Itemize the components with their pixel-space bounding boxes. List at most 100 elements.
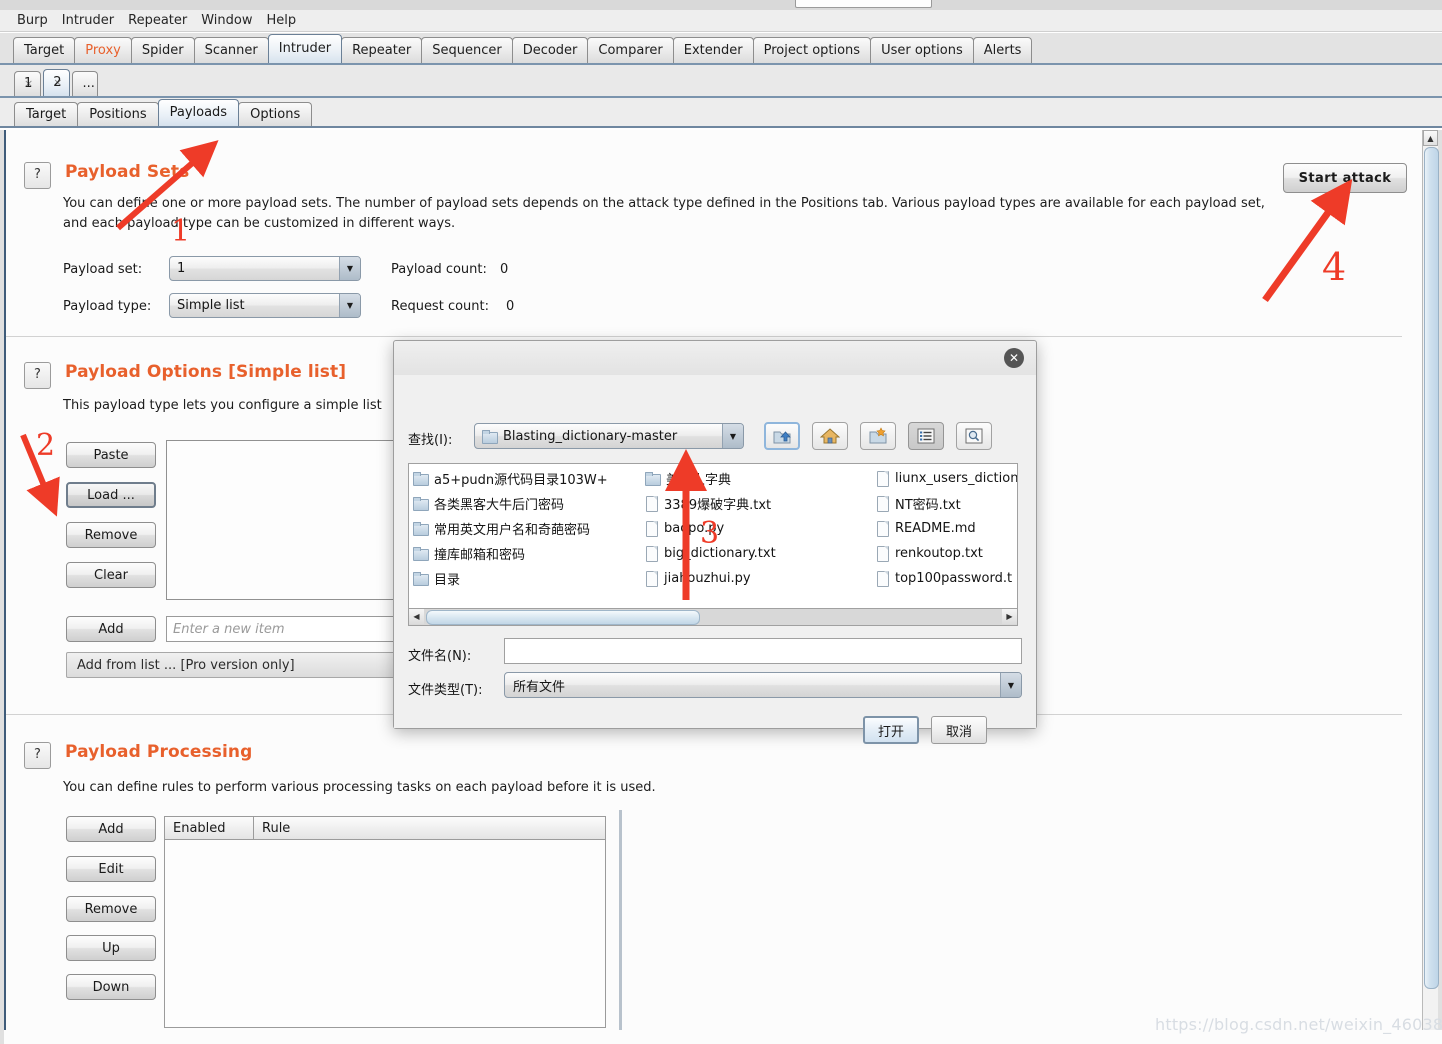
list-item[interactable]: liunx_users_diction	[876, 466, 1018, 491]
list-item[interactable]: 美国人字典	[645, 466, 872, 491]
processing-remove-button[interactable]: Remove	[66, 896, 156, 922]
list-item[interactable]: 常用英文用户名和奇葩密码	[413, 516, 641, 541]
list-item[interactable]: 各类黑客大牛后门密码	[413, 491, 641, 516]
home-icon[interactable]	[812, 422, 848, 450]
menu-item-intruder[interactable]: Intruder	[55, 11, 121, 31]
subtab-target[interactable]: Target	[14, 102, 79, 126]
payload-processing-title: Payload Processing	[65, 742, 253, 762]
payload-processing-help-button[interactable]: ?	[24, 742, 51, 769]
list-item[interactable]: baopo.py	[645, 516, 872, 541]
processing-table-body[interactable]	[164, 840, 606, 1028]
tab-project-options[interactable]: Project options	[752, 37, 872, 63]
tab-sequencer[interactable]: Sequencer	[421, 37, 513, 63]
scrollbar-thumb[interactable]	[1424, 147, 1439, 989]
file-list-horizontal-scrollbar[interactable]: ◀ ▶	[408, 609, 1018, 626]
details-view-icon[interactable]	[956, 422, 992, 450]
chevron-down-icon: ▼	[722, 424, 743, 448]
tab-target[interactable]: Target	[13, 37, 76, 63]
payload-type-dropdown[interactable]: Simple list ▼	[169, 293, 361, 318]
scroll-up-icon[interactable]: ▲	[1423, 130, 1438, 146]
processing-down-button[interactable]: Down	[66, 974, 156, 1000]
list-item[interactable]: 目录	[413, 566, 641, 591]
list-item[interactable]: renkoutop.txt	[876, 541, 1017, 566]
file-name: big_dictionary.txt	[664, 546, 776, 561]
content-vertical-scrollbar[interactable]: ▲	[1422, 130, 1442, 1030]
cancel-button[interactable]: 取消	[931, 716, 987, 744]
new-folder-icon[interactable]	[860, 422, 896, 450]
list-item[interactable]: a5+pudn源代码目录103W+	[413, 466, 641, 491]
open-button[interactable]: 打开	[863, 716, 919, 744]
load-button[interactable]: Load ...	[66, 482, 156, 508]
file-name: 3389爆破字典.txt	[664, 498, 772, 513]
payload-set-dropdown[interactable]: 1 ▼	[169, 256, 361, 281]
list-item[interactable]: jiahouzhui.py	[645, 566, 872, 591]
up-folder-icon[interactable]	[764, 422, 800, 450]
file-type-value: 所有文件	[513, 679, 566, 695]
paste-button[interactable]: Paste	[66, 442, 156, 468]
list-item[interactable]: top100password.t	[876, 566, 1017, 591]
payload-type-label: Payload type:	[63, 299, 152, 314]
close-icon[interactable]: ✕	[1004, 348, 1024, 368]
column-header-rule[interactable]: Rule	[253, 817, 605, 839]
payload-set-value: 1	[177, 261, 186, 276]
add-payload-button[interactable]: Add	[66, 616, 156, 642]
tab-intruder[interactable]: Intruder	[267, 34, 343, 63]
dialog-titlebar[interactable]: ✕	[394, 341, 1036, 376]
clear-button[interactable]: Clear	[66, 562, 156, 588]
payload-options-help-button[interactable]: ?	[24, 362, 51, 389]
menu-item-window[interactable]: Window	[194, 11, 259, 31]
file-name: 目录	[434, 573, 461, 588]
tab-scanner[interactable]: Scanner	[193, 37, 269, 63]
file-type-dropdown[interactable]: 所有文件 ▼	[504, 672, 1022, 698]
tab-repeater[interactable]: Repeater	[341, 37, 423, 63]
attack-tab-1[interactable]: 1 ×	[14, 71, 42, 96]
file-column-1: a5+pudn源代码目录103W+ 各类黑客大牛后门密码 常用英文用户名和奇葩密…	[409, 466, 641, 591]
payload-count-value: 0	[500, 262, 509, 277]
payload-sets-title: Payload Sets	[65, 162, 190, 182]
panel-splitter[interactable]	[619, 810, 622, 1030]
payload-sets-help-button[interactable]: ?	[24, 162, 51, 189]
tab-comparer[interactable]: Comparer	[587, 37, 674, 63]
look-in-dropdown[interactable]: Blasting_dictionary-master ▼	[474, 423, 744, 449]
scrollbar-thumb[interactable]	[426, 610, 700, 625]
start-attack-button[interactable]: Start attack	[1283, 163, 1407, 193]
subtab-options[interactable]: Options	[238, 102, 313, 126]
processing-edit-button[interactable]: Edit	[66, 856, 156, 882]
subtab-payloads[interactable]: Payloads	[157, 99, 240, 126]
list-item[interactable]: big_dictionary.txt	[645, 541, 872, 566]
processing-up-button[interactable]: Up	[66, 935, 156, 961]
tab-alerts[interactable]: Alerts	[972, 37, 1033, 63]
menu-item-repeater[interactable]: Repeater	[121, 11, 194, 31]
file-icon	[876, 496, 889, 512]
file-name: liunx_users_diction	[895, 471, 1018, 486]
processing-add-button[interactable]: Add	[66, 816, 156, 842]
remove-button[interactable]: Remove	[66, 522, 156, 548]
list-item[interactable]: README.md	[876, 516, 1017, 541]
scroll-right-icon[interactable]: ▶	[1002, 609, 1017, 624]
scroll-left-icon[interactable]: ◀	[409, 609, 424, 624]
tab-extender[interactable]: Extender	[672, 37, 754, 63]
attack-tab-more[interactable]: ...	[72, 71, 99, 96]
list-item[interactable]: NT密码.txt	[876, 491, 1017, 516]
menu-item-burp[interactable]: Burp	[10, 11, 55, 31]
file-icon	[645, 521, 658, 537]
column-header-enabled[interactable]: Enabled	[165, 817, 253, 839]
subtab-positions[interactable]: Positions	[77, 102, 159, 126]
file-name-input[interactable]	[504, 638, 1022, 664]
list-item[interactable]: 3389爆破字典.txt	[645, 491, 872, 516]
folder-icon	[482, 429, 498, 444]
tab-decoder[interactable]: Decoder	[511, 37, 589, 63]
file-name: NT密码.txt	[895, 498, 961, 513]
list-view-icon[interactable]	[908, 422, 944, 450]
file-name: baopo.py	[664, 521, 725, 536]
tab-spider[interactable]: Spider	[130, 37, 195, 63]
tab-proxy[interactable]: Proxy	[74, 37, 132, 63]
file-list[interactable]: a5+pudn源代码目录103W+ 各类黑客大牛后门密码 常用英文用户名和奇葩密…	[408, 463, 1018, 609]
file-icon	[876, 546, 889, 562]
payload-options-description: This payload type lets you configure a s…	[63, 398, 382, 413]
tab-user-options[interactable]: User options	[870, 37, 974, 63]
list-item[interactable]: 撞库邮箱和密码	[413, 541, 641, 566]
main-tab-bar: Target Proxy Spider Scanner Intruder Rep…	[0, 33, 1442, 65]
menu-item-help[interactable]: Help	[260, 11, 304, 31]
attack-tab-2[interactable]: 2 ×	[43, 69, 71, 96]
